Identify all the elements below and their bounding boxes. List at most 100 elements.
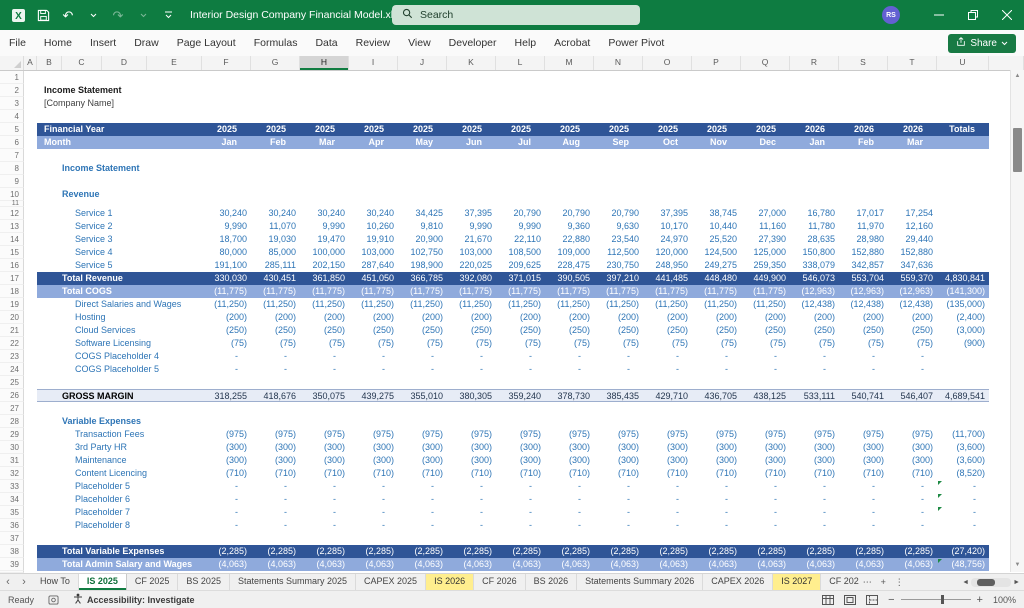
cell-A9[interactable] xyxy=(24,175,37,188)
column-header-P[interactable]: P xyxy=(692,56,741,70)
cell-U13[interactable] xyxy=(937,220,989,233)
horizontal-scrollbar[interactable]: ◄ ► xyxy=(962,574,1024,590)
cell-S29[interactable]: (975) xyxy=(839,428,888,441)
vertical-scrollbar[interactable]: ▲ ▼ xyxy=(1010,70,1024,572)
cell-H33[interactable]: - xyxy=(300,480,349,493)
row-header-20[interactable]: 20 xyxy=(0,311,24,324)
cell-T19[interactable]: (12,438) xyxy=(888,298,937,311)
row-header-19[interactable]: 19 xyxy=(0,298,24,311)
accessibility-status[interactable]: Accessibility: Investigate xyxy=(73,593,195,606)
cell-A29[interactable] xyxy=(24,428,37,441)
scroll-down-icon[interactable]: ▼ xyxy=(1011,559,1024,572)
cell-I23[interactable]: - xyxy=(349,350,398,363)
cell-L12[interactable]: 20,790 xyxy=(496,207,545,220)
cell-L38[interactable]: (2,285) xyxy=(496,545,545,558)
cell-S17[interactable]: 553,704 xyxy=(839,272,888,285)
column-header-K[interactable]: K xyxy=(447,56,496,70)
ribbon-tab-draw[interactable]: Draw xyxy=(125,37,168,49)
cell-L18[interactable]: (11,775) xyxy=(496,285,545,298)
cell-T32[interactable]: (710) xyxy=(888,467,937,480)
cell-K38[interactable]: (2,285) xyxy=(447,545,496,558)
cell-F31[interactable]: (300) xyxy=(202,454,251,467)
cell-S6[interactable]: Feb xyxy=(839,136,888,149)
cell-L31[interactable]: (300) xyxy=(496,454,545,467)
cell-U36[interactable]: - xyxy=(937,519,989,532)
cell-R15[interactable]: 150,800 xyxy=(790,246,839,259)
cell-J15[interactable]: 102,750 xyxy=(398,246,447,259)
cell-I12[interactable]: 30,240 xyxy=(349,207,398,220)
cell-M19[interactable]: (11,250) xyxy=(545,298,594,311)
column-header-F[interactable]: F xyxy=(202,56,251,70)
row-label-20[interactable]: Hosting xyxy=(37,311,202,324)
cell-P18[interactable]: (11,775) xyxy=(692,285,741,298)
empty-cells-row-1[interactable] xyxy=(37,71,1024,84)
empty-cells-row-37[interactable] xyxy=(37,532,1024,545)
redo-dropdown-icon[interactable] xyxy=(135,7,151,23)
row-header-34[interactable]: 34 xyxy=(0,493,24,506)
ribbon-tab-view[interactable]: View xyxy=(399,37,440,49)
ribbon-tab-acrobat[interactable]: Acrobat xyxy=(545,37,599,49)
cell-Q38[interactable]: (2,285) xyxy=(741,545,790,558)
cell-G33[interactable]: - xyxy=(251,480,300,493)
h-scroll-left-icon[interactable]: ◄ xyxy=(962,579,969,586)
row-label-26[interactable]: GROSS MARGIN xyxy=(37,390,202,401)
row-label-39[interactable]: Total Admin Salary and Wages xyxy=(37,558,202,571)
cell-K18[interactable]: (11,775) xyxy=(447,285,496,298)
cell-O18[interactable]: (11,775) xyxy=(643,285,692,298)
cell-F17[interactable]: 330,030 xyxy=(202,272,251,285)
cell-U22[interactable]: (900) xyxy=(937,337,989,350)
close-button[interactable] xyxy=(990,0,1024,30)
cell-A28[interactable] xyxy=(24,415,37,428)
cell-R33[interactable]: - xyxy=(790,480,839,493)
cell-O35[interactable]: - xyxy=(643,506,692,519)
cell-T23[interactable]: - xyxy=(888,350,937,363)
cell-S20[interactable]: (200) xyxy=(839,311,888,324)
row-header-3[interactable]: 3 xyxy=(0,97,24,110)
cell-H39[interactable]: (4,063) xyxy=(300,558,349,571)
cell-U29[interactable]: (11,700) xyxy=(937,428,989,441)
cell-N21[interactable]: (250) xyxy=(594,324,643,337)
cell-I21[interactable]: (250) xyxy=(349,324,398,337)
cell-I31[interactable]: (300) xyxy=(349,454,398,467)
cell-N12[interactable]: 20,790 xyxy=(594,207,643,220)
cell-P36[interactable]: - xyxy=(692,519,741,532)
cell-L30[interactable]: (300) xyxy=(496,441,545,454)
cell-O39[interactable]: (4,063) xyxy=(643,558,692,571)
cell-M26[interactable]: 378,730 xyxy=(545,390,594,401)
cell-Q16[interactable]: 259,350 xyxy=(741,259,790,272)
cell-S31[interactable]: (300) xyxy=(839,454,888,467)
empty-cells-row-27[interactable] xyxy=(37,402,1024,415)
row-header-17[interactable]: 17 xyxy=(0,272,24,285)
cell-L22[interactable]: (75) xyxy=(496,337,545,350)
cell-A27[interactable] xyxy=(24,402,37,415)
cell-I6[interactable]: Apr xyxy=(349,136,398,149)
h-scroll-thumb[interactable] xyxy=(977,578,996,586)
cell-T36[interactable]: - xyxy=(888,519,937,532)
cell-U14[interactable] xyxy=(937,233,989,246)
cell-K23[interactable]: - xyxy=(447,350,496,363)
cell-R20[interactable]: (200) xyxy=(790,311,839,324)
avatar[interactable]: RS xyxy=(882,6,900,24)
cell-S14[interactable]: 28,980 xyxy=(839,233,888,246)
column-header-O[interactable]: O xyxy=(643,56,692,70)
cell-G17[interactable]: 430,451 xyxy=(251,272,300,285)
column-header-J[interactable]: J xyxy=(398,56,447,70)
row-header-25[interactable]: 25 xyxy=(0,376,24,389)
cell-H14[interactable]: 19,470 xyxy=(300,233,349,246)
cell-F12[interactable]: 30,240 xyxy=(202,207,251,220)
cell-N24[interactable]: - xyxy=(594,363,643,376)
cell-H15[interactable]: 100,000 xyxy=(300,246,349,259)
cell-M34[interactable]: - xyxy=(545,493,594,506)
cell-H23[interactable]: - xyxy=(300,350,349,363)
undo-dropdown-icon[interactable] xyxy=(85,7,101,23)
cell-A2[interactable] xyxy=(24,84,37,97)
cell-J6[interactable]: May xyxy=(398,136,447,149)
cell-S15[interactable]: 152,880 xyxy=(839,246,888,259)
cell-G38[interactable]: (2,285) xyxy=(251,545,300,558)
cell-S12[interactable]: 17,017 xyxy=(839,207,888,220)
cell-G23[interactable]: - xyxy=(251,350,300,363)
cell-Q21[interactable]: (250) xyxy=(741,324,790,337)
cell-J14[interactable]: 20,900 xyxy=(398,233,447,246)
cell-O34[interactable]: - xyxy=(643,493,692,506)
cell-J39[interactable]: (4,063) xyxy=(398,558,447,571)
